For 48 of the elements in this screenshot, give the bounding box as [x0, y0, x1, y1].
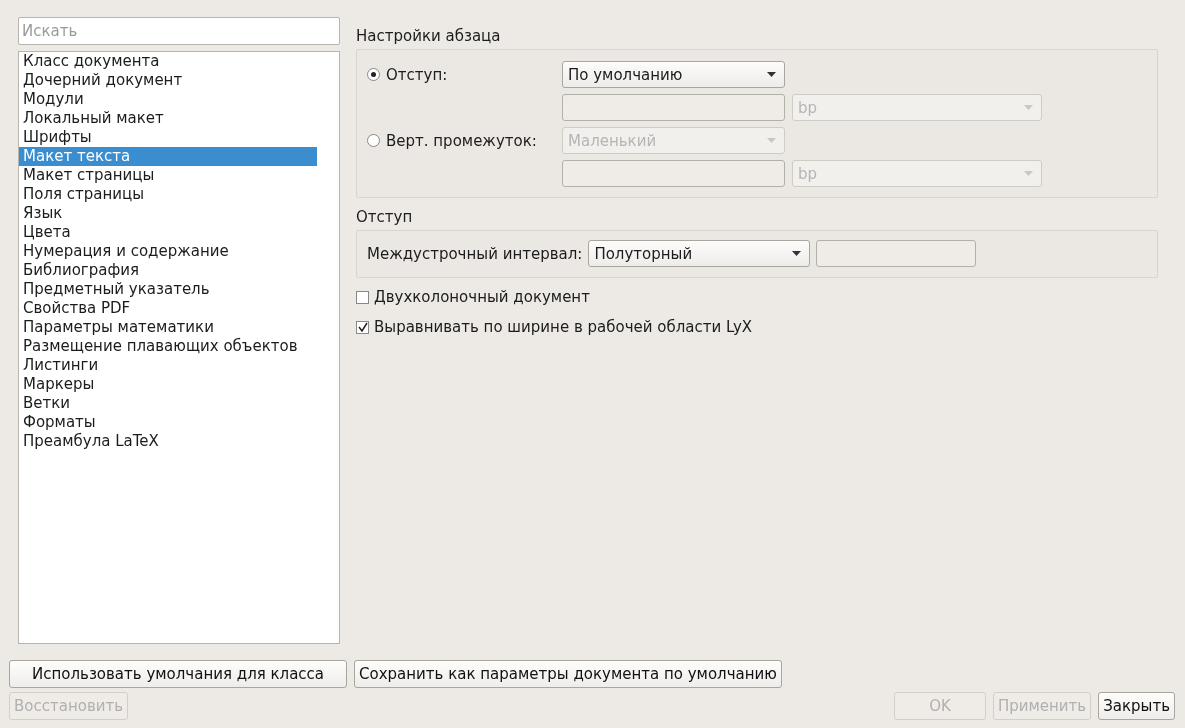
category-item[interactable]: Ветки: [19, 394, 317, 413]
checkbox[interactable]: [356, 320, 369, 334]
category-item[interactable]: Нумерация и содержание: [19, 242, 317, 261]
category-item[interactable]: Предметный указатель: [19, 280, 317, 299]
category-item[interactable]: Форматы: [19, 413, 317, 432]
checkbox[interactable]: [356, 290, 369, 304]
length-field[interactable]: [562, 94, 785, 121]
dropdown[interactable]: Полуторный: [588, 240, 811, 267]
caret-icon: [767, 138, 776, 143]
spacing-field[interactable]: [816, 240, 977, 267]
field-label: Междустрочный интервал:: [367, 244, 583, 263]
radio-label: Верт. промежуток:: [386, 131, 537, 150]
category-item[interactable]: Маркеры: [19, 375, 317, 394]
caret-icon: [767, 72, 776, 77]
category-item[interactable]: Листинги: [19, 356, 317, 375]
category-item[interactable]: Шрифты: [19, 128, 317, 147]
defaults-button[interactable]: Использовать умолчания для класса: [9, 660, 348, 688]
checkbox-label: Двухколоночный документ: [374, 288, 590, 306]
radio-option[interactable]: Отступ:: [367, 65, 555, 84]
dropdown[interactable]: По умолчанию: [562, 61, 785, 88]
radio-icon[interactable]: [367, 68, 380, 81]
radio-icon[interactable]: [367, 134, 380, 147]
category-item[interactable]: Класс документа: [19, 52, 317, 71]
category-item[interactable]: Язык: [19, 204, 317, 223]
group-title: Отступ: [356, 208, 414, 226]
caret-icon: [1024, 171, 1033, 176]
category-item[interactable]: Макет текста: [19, 147, 317, 166]
dialog-button[interactable]: Закрыть: [1098, 692, 1175, 720]
category-item[interactable]: Дочерний документ: [19, 71, 317, 90]
category-item[interactable]: Свойства PDF: [19, 299, 317, 318]
radio-label: Отступ:: [386, 65, 448, 84]
caret-icon: [1024, 105, 1033, 110]
category-item[interactable]: Модули: [19, 90, 317, 109]
category-item[interactable]: Поля страницы: [19, 185, 317, 204]
length-field[interactable]: [562, 160, 785, 187]
group-title: Настройки абзаца: [356, 27, 502, 45]
defaults-button[interactable]: Сохранить как параметры документа по умолчанию: [354, 660, 782, 688]
checkbox-label: Выравнивать по ширине в рабочей области LyX: [374, 318, 753, 336]
search-field[interactable]: Искать: [18, 17, 340, 45]
category-item[interactable]: Макет страницы: [19, 166, 317, 185]
category-item[interactable]: Параметры математики: [19, 318, 317, 337]
radio-option[interactable]: Верт. промежуток:: [367, 131, 555, 150]
caret-icon: [792, 251, 802, 256]
category-item[interactable]: Размещение плавающих объектов: [19, 337, 317, 356]
category-item[interactable]: Локальный макет: [19, 109, 317, 128]
category-item[interactable]: Преамбула LaTeX: [19, 432, 317, 451]
category-item[interactable]: Библиография: [19, 261, 317, 280]
category-item[interactable]: Цвета: [19, 223, 317, 242]
